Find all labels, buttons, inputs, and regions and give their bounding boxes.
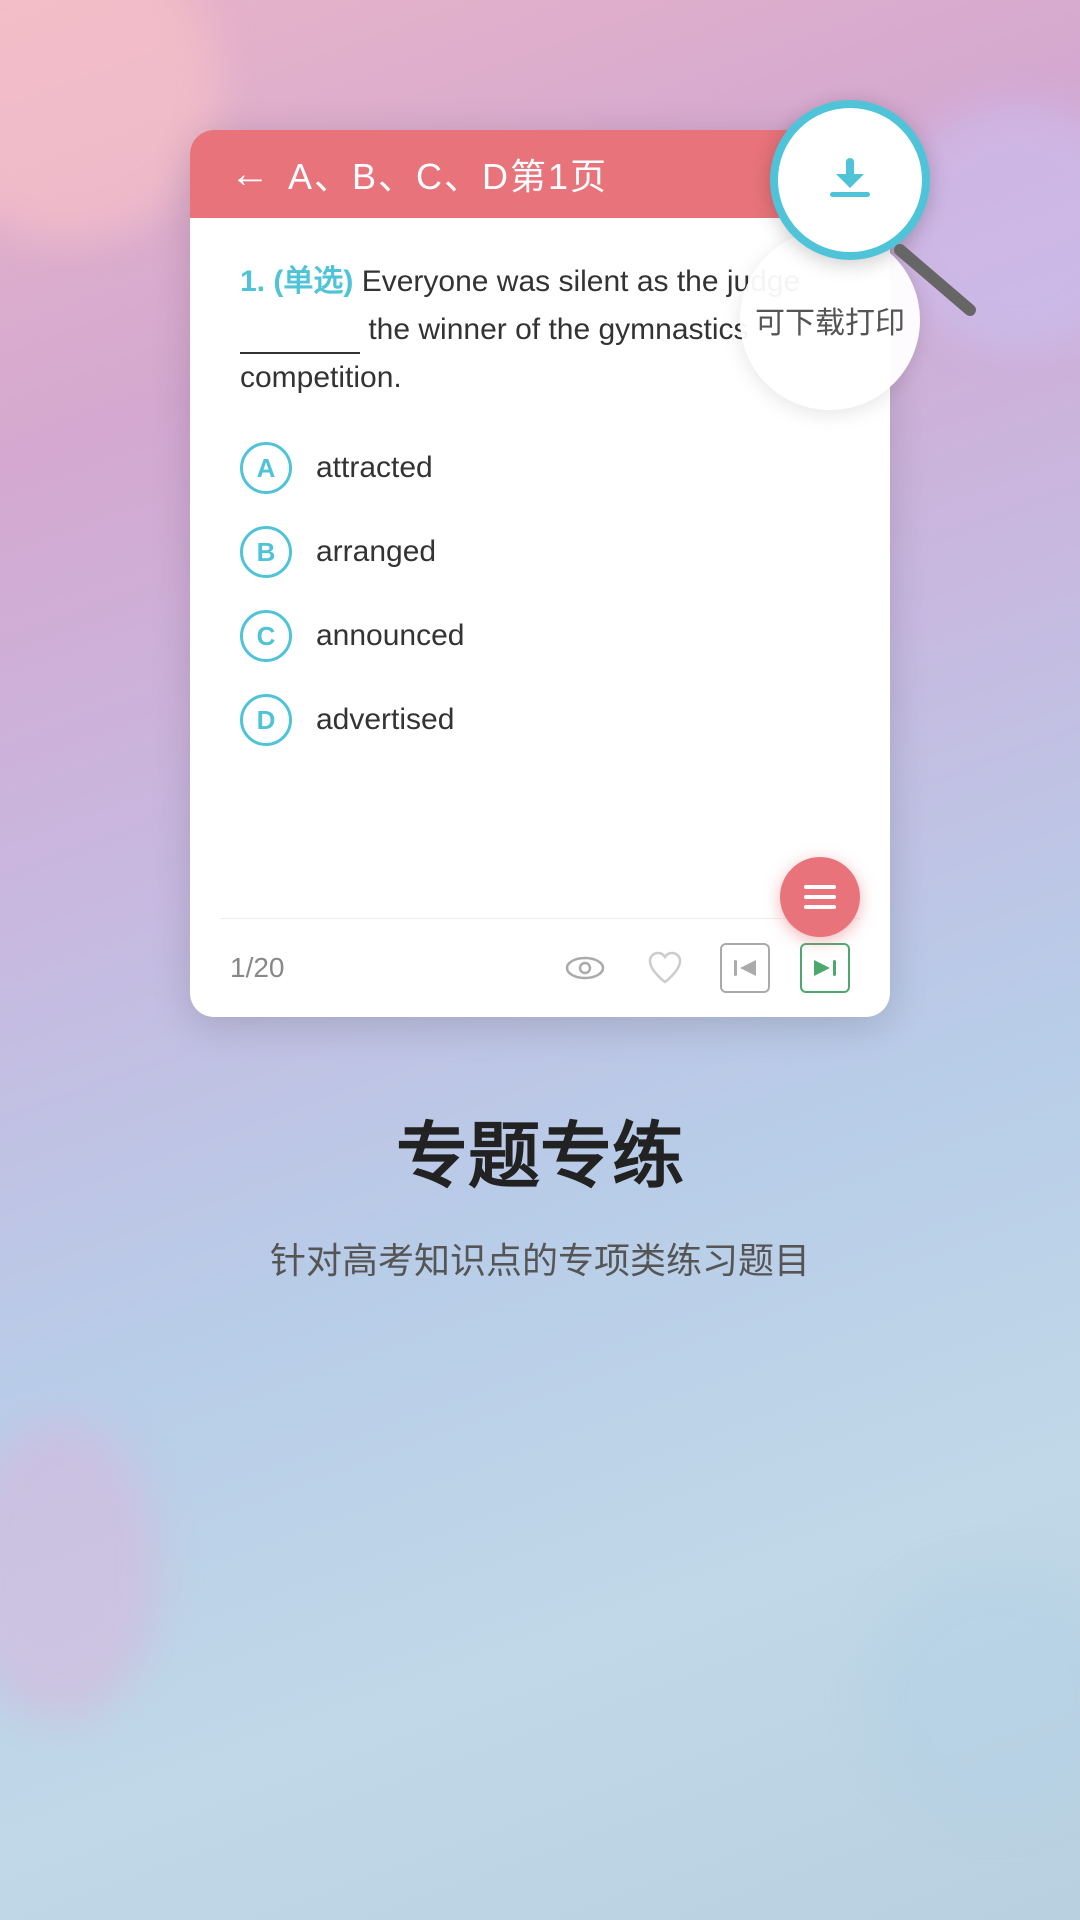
options-list: A attracted B arranged C announced <box>240 442 840 746</box>
header-left: ← A、B、C、D第1页 <box>230 148 608 200</box>
option-b-circle: B <box>240 526 292 578</box>
next-icon <box>810 953 840 983</box>
prev-icon <box>730 953 760 983</box>
option-c-text: announced <box>316 619 464 653</box>
heart-button[interactable] <box>640 943 690 993</box>
question-number: 1. <box>240 265 265 298</box>
next-button[interactable] <box>800 943 850 993</box>
download-icon <box>820 150 880 210</box>
header-title: A、B、C、D第1页 <box>288 148 608 200</box>
decorative-blob-bottom-left <box>0 1420 160 1720</box>
magnifier-handle-svg <box>890 240 990 320</box>
option-a-text: attracted <box>316 451 433 485</box>
card-footer: 1/20 <box>190 919 890 1017</box>
decorative-blob-bottom-right <box>870 1570 1080 1820</box>
fab-line-2 <box>804 895 836 899</box>
option-c-circle: C <box>240 610 292 662</box>
feature-title: 专题专练 <box>270 1097 810 1202</box>
download-magnifier-popup <box>770 100 970 300</box>
option-b-text: arranged <box>316 535 436 569</box>
footer-actions <box>560 943 850 993</box>
option-c[interactable]: C announced <box>240 610 840 662</box>
magnifier-circle <box>770 100 930 260</box>
fab-line-1 <box>804 885 836 889</box>
eye-icon <box>565 953 605 983</box>
heart-icon <box>647 951 683 985</box>
question-text-after: the winner of the gymnastics competition… <box>240 313 749 394</box>
option-d[interactable]: D advertised <box>240 694 840 746</box>
bottom-section: 专题专练 针对高考知识点的专项类练习题目 <box>230 1097 850 1284</box>
prev-button[interactable] <box>720 943 770 993</box>
decorative-blob-top-left <box>0 0 220 240</box>
option-d-text: advertised <box>316 703 454 737</box>
question-blank <box>240 352 360 354</box>
fab-menu-button[interactable] <box>780 857 860 937</box>
option-a[interactable]: A attracted <box>240 442 840 494</box>
question-text-before: Everyone was silent as the judge <box>362 265 801 298</box>
quiz-card-wrapper: 可下载打印 ← A、B、C、D第1页 <box>190 130 890 1017</box>
page-indicator: 1/20 <box>230 952 285 984</box>
option-a-circle: A <box>240 442 292 494</box>
eye-button[interactable] <box>560 943 610 993</box>
feature-subtitle: 针对高考知识点的专项类练习题目 <box>270 1232 810 1284</box>
question-type: (单选) <box>273 265 353 298</box>
fab-line-3 <box>804 905 836 909</box>
back-button[interactable]: ← <box>230 154 270 194</box>
option-d-circle: D <box>240 694 292 746</box>
option-b[interactable]: B arranged <box>240 526 840 578</box>
